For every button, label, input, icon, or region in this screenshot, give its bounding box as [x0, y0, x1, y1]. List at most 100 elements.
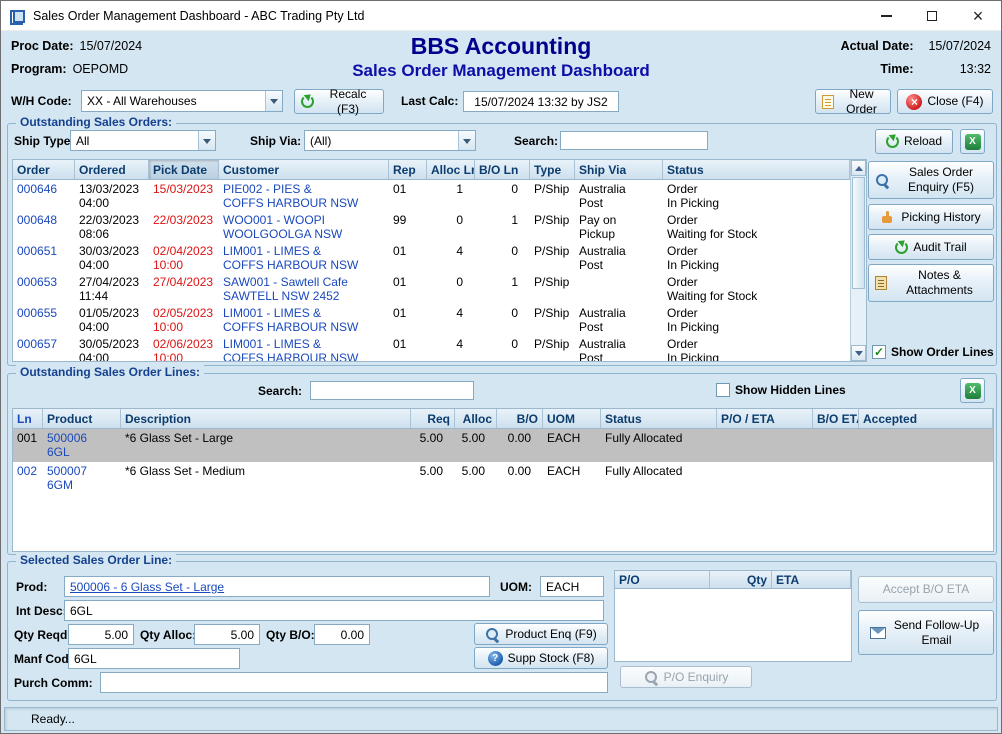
notes-attachments-button[interactable]: Notes & Attachments: [868, 264, 994, 302]
manf-code-field[interactable]: 6GL: [68, 648, 240, 669]
order-row[interactable]: 000653 27/04/2023 11:44 27/04/2023 SAW00…: [13, 273, 850, 304]
orders-table-scrollbar[interactable]: [850, 160, 866, 361]
maximize-button[interactable]: [909, 1, 955, 31]
po-enquiry-button[interactable]: P/O Enquiry: [620, 666, 752, 688]
column-header-po[interactable]: P/O: [615, 571, 710, 588]
column-header-accepted[interactable]: Accepted: [859, 409, 993, 428]
recalc-button[interactable]: Recalc (F3): [294, 89, 384, 114]
column-header-uom[interactable]: UOM: [543, 409, 601, 428]
order-alloc-ln: 0: [427, 273, 475, 304]
chevron-down-icon[interactable]: [198, 131, 215, 150]
minimize-button[interactable]: [863, 1, 909, 31]
sales-order-enquiry-button[interactable]: Sales Order Enquiry (F5): [868, 161, 994, 199]
supp-stock-button[interactable]: Supp Stock (F8): [474, 647, 608, 669]
scroll-down-icon[interactable]: [851, 345, 866, 361]
audit-trail-button[interactable]: Audit Trail: [868, 234, 994, 260]
purch-comm-field[interactable]: [100, 672, 608, 693]
line-bo-eta: [813, 462, 859, 495]
order-row[interactable]: 000646 13/03/2023 04:00 15/03/2023 PIE00…: [13, 180, 850, 211]
product-enq-button[interactable]: Product Enq (F9): [474, 623, 608, 645]
hand-icon: [881, 211, 896, 224]
column-header-pick-date[interactable]: Pick Date: [149, 160, 219, 179]
wh-code-select[interactable]: XX - All Warehouses: [81, 90, 283, 112]
order-status: Order In Picking: [663, 304, 850, 335]
ship-type-select[interactable]: All: [70, 130, 216, 151]
column-header-qty[interactable]: Qty: [710, 571, 772, 588]
prod-link[interactable]: 500006 - 6 Glass Set - Large: [70, 580, 224, 594]
lines-export-excel-button[interactable]: [960, 378, 985, 403]
send-follow-up-email-label: Send Follow-Up Email: [891, 618, 983, 648]
column-header-type[interactable]: Type: [530, 160, 575, 179]
time-label: Time:: [880, 62, 913, 76]
column-header-req[interactable]: Req: [411, 409, 455, 428]
order-alloc-ln: 4: [427, 335, 475, 362]
order-ordered: 01/05/2023 04:00: [75, 304, 149, 335]
send-follow-up-email-button[interactable]: Send Follow-Up Email: [858, 610, 994, 655]
qty-alloc-field[interactable]: 5.00: [194, 624, 260, 645]
reload-button[interactable]: Reload: [875, 129, 953, 154]
column-header-po-eta[interactable]: P/O / ETA: [717, 409, 813, 428]
order-row[interactable]: 000648 22/03/2023 08:06 22/03/2023 WOO00…: [13, 211, 850, 242]
show-hidden-lines-checkbox[interactable]: [716, 383, 730, 397]
order-type: P/Ship: [530, 335, 575, 362]
column-header-status[interactable]: Status: [601, 409, 717, 428]
column-header-alloc[interactable]: Alloc: [455, 409, 497, 428]
minimize-icon: [881, 15, 892, 17]
picking-history-button[interactable]: Picking History: [868, 204, 994, 230]
orders-export-excel-button[interactable]: [960, 129, 985, 154]
order-lines-table: Ln Product Description Req Alloc B/O UOM…: [12, 408, 994, 552]
prod-label: Prod:: [16, 580, 47, 594]
order-bo-ln: 0: [475, 180, 530, 211]
qty-bo-field[interactable]: 0.00: [314, 624, 370, 645]
line-product: 500007 6GM: [43, 462, 121, 495]
column-header-bo[interactable]: B/O: [497, 409, 543, 428]
order-row[interactable]: 000657 30/05/2023 04:00 02/06/2023 10:00…: [13, 335, 850, 362]
titlebar: Sales Order Management Dashboard - ABC T…: [1, 1, 1001, 31]
new-order-button[interactable]: New Order: [815, 89, 891, 114]
column-header-alloc-ln[interactable]: Alloc Ln: [427, 160, 475, 179]
order-row[interactable]: 000655 01/05/2023 04:00 02/05/2023 10:00…: [13, 304, 850, 335]
lines-search-input[interactable]: [310, 381, 474, 400]
int-desc-field[interactable]: 6GL: [64, 600, 604, 621]
column-header-bo-ln[interactable]: B/O Ln: [475, 160, 530, 179]
show-order-lines-checkbox[interactable]: [872, 345, 886, 359]
chevron-down-icon[interactable]: [265, 91, 282, 111]
order-customer: WOO001 - WOOPI WOOLGOOLGA NSW: [219, 211, 389, 242]
order-ship-via: Australia Post: [575, 180, 663, 211]
prod-field[interactable]: 500006 - 6 Glass Set - Large: [64, 576, 490, 597]
scroll-up-icon[interactable]: [851, 160, 866, 176]
close-window-button[interactable]: [955, 1, 1001, 31]
column-header-description[interactable]: Description: [121, 409, 411, 428]
column-header-ordered[interactable]: Ordered: [75, 160, 149, 179]
last-calc-field: 15/07/2024 13:32 by JS2: [463, 91, 619, 112]
order-line-row-selected[interactable]: 001 500006 6GL *6 Glass Set - Large 5.00…: [13, 429, 993, 462]
column-header-status[interactable]: Status: [663, 160, 850, 179]
app-subtitle: Sales Order Management Dashboard: [1, 61, 1001, 81]
int-desc-label: Int Desc:: [16, 604, 67, 618]
column-header-order[interactable]: Order: [13, 160, 75, 179]
scrollbar-thumb[interactable]: [852, 177, 865, 289]
qty-reqd-field[interactable]: 5.00: [68, 624, 134, 645]
ship-via-select[interactable]: (All): [304, 130, 476, 151]
column-header-bo-eta[interactable]: B/O ETA: [813, 409, 859, 428]
order-bo-ln: 1: [475, 211, 530, 242]
column-header-rep[interactable]: Rep: [389, 160, 427, 179]
column-header-customer[interactable]: Customer: [219, 160, 389, 179]
actual-date: Actual Date: 15/07/2024: [841, 39, 991, 53]
column-header-product[interactable]: Product: [43, 409, 121, 428]
chevron-down-icon[interactable]: [458, 131, 475, 150]
order-line-row[interactable]: 002 500007 6GM *6 Glass Set - Medium 5.0…: [13, 462, 993, 495]
column-header-ln[interactable]: Ln: [13, 409, 43, 428]
close-button[interactable]: Close (F4): [897, 89, 993, 114]
order-number: 000651: [13, 242, 75, 273]
order-row[interactable]: 000651 30/03/2023 04:00 02/04/2023 10:00…: [13, 242, 850, 273]
orders-search-input[interactable]: [560, 131, 708, 150]
close-label: Close (F4): [927, 94, 983, 109]
accept-bo-eta-button[interactable]: Accept B/O ETA: [858, 576, 994, 603]
new-document-icon: [822, 95, 834, 109]
qty-reqd-value: 5.00: [105, 628, 128, 642]
column-header-ship-via[interactable]: Ship Via: [575, 160, 663, 179]
column-header-eta[interactable]: ETA: [772, 571, 851, 588]
question-icon: [488, 651, 503, 666]
line-description: *6 Glass Set - Large: [121, 429, 411, 462]
